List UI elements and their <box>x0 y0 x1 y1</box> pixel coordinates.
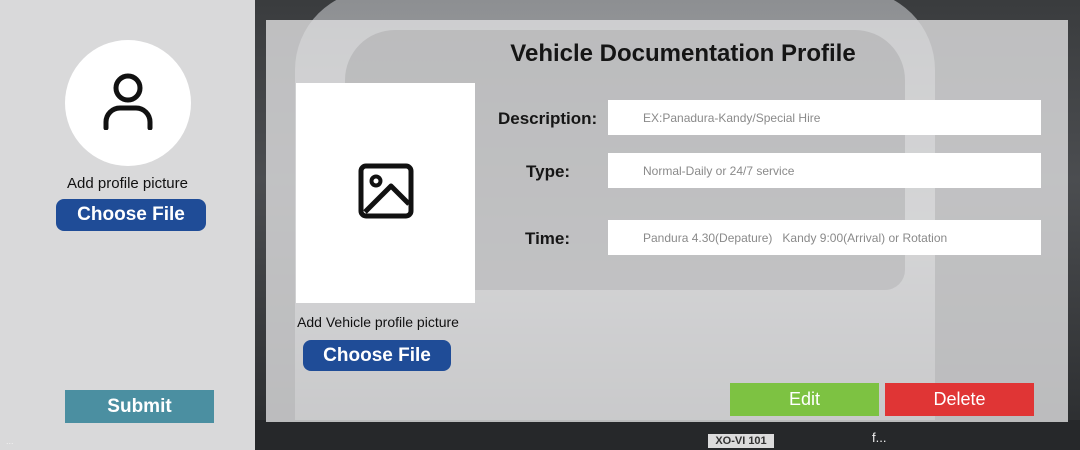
choose-vehicle-file-button[interactable]: Choose File <box>303 340 451 371</box>
vehicle-picture-placeholder[interactable] <box>296 83 475 303</box>
user-icon <box>102 72 154 135</box>
delete-button[interactable]: Delete <box>885 383 1034 416</box>
corner-text: ... <box>6 436 14 446</box>
submit-button[interactable]: Submit <box>65 390 214 423</box>
sidebar: Add profile picture Choose File Submit .… <box>0 0 255 450</box>
road <box>255 420 1080 450</box>
description-input[interactable] <box>608 100 1041 135</box>
type-input[interactable] <box>608 153 1041 188</box>
time-label: Time: <box>525 229 571 248</box>
vehicle-picture-label: Add Vehicle profile picture <box>297 314 459 330</box>
profile-picture-label: Add profile picture <box>67 175 188 192</box>
avatar[interactable] <box>65 40 191 166</box>
description-label: Description: <box>498 109 598 128</box>
type-label: Type: <box>526 162 571 181</box>
image-icon <box>357 162 415 225</box>
license-plate: XO-VI 101 <box>708 434 774 448</box>
choose-profile-file-button[interactable]: Choose File <box>56 199 206 231</box>
profile-panel: Vehicle Documentation Profile Add Vehicl… <box>266 20 1068 422</box>
page-title: Vehicle Documentation Profile <box>510 40 856 67</box>
bottom-text: f... <box>872 430 887 445</box>
time-input[interactable] <box>608 220 1041 255</box>
edit-button[interactable]: Edit <box>730 383 879 416</box>
